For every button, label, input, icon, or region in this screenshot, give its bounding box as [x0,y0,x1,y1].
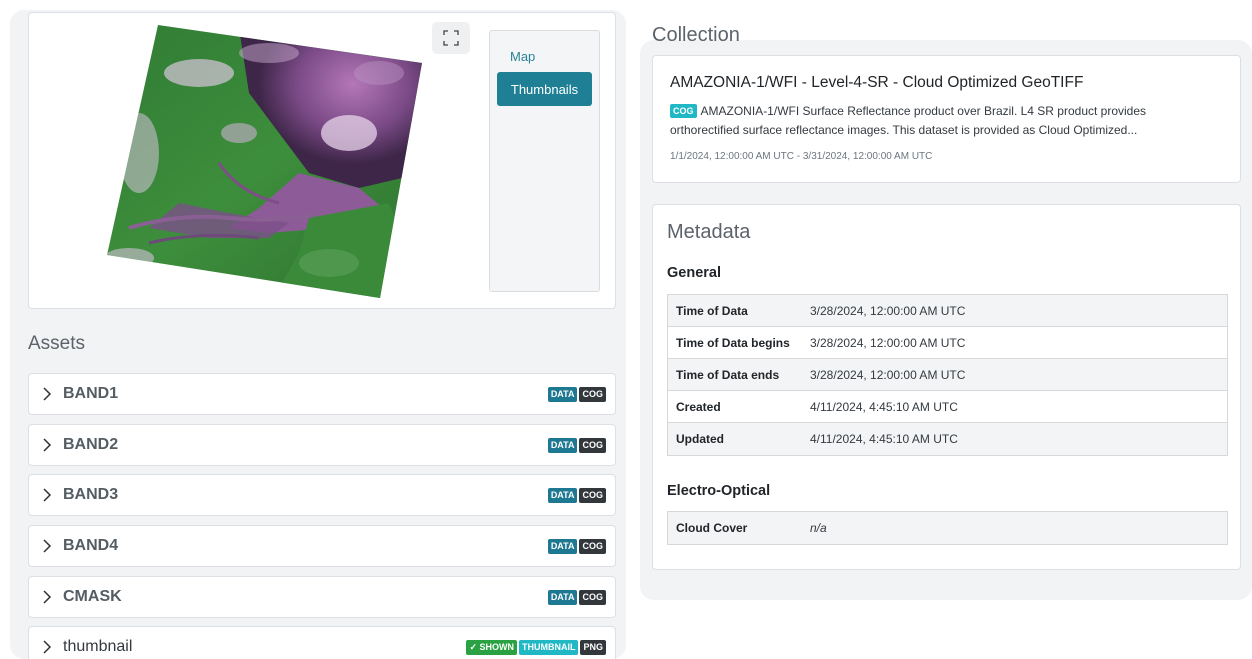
general-table: Time of Data 3/28/2024, 12:00:00 AM UTC … [667,294,1228,456]
thumbnail-badge: THUMBNAIL [518,640,579,655]
tab-map[interactable]: Map [497,39,592,73]
thumbnail-preview [29,13,489,309]
table-row: Cloud Cover n/a [668,512,1227,544]
row-value: 3/28/2024, 12:00:00 AM UTC [810,367,966,382]
tab-thumbnails[interactable]: Thumbnails [497,72,592,106]
chevron-right-icon [43,387,52,401]
cog-badge: COG [579,539,606,554]
collection-heading: Collection [652,24,740,46]
table-row: Time of Data ends 3/28/2024, 12:00:00 AM… [668,359,1227,391]
asset-badges: ✓ SHOWN THUMBNAIL PNG [466,640,606,655]
row-value: 3/28/2024, 12:00:00 AM UTC [810,303,966,318]
row-key: Updated [676,432,724,446]
asset-badges: DATA COG [547,387,606,402]
fullscreen-icon [443,30,459,46]
asset-item-band3[interactable]: BAND3 DATA COG [28,474,616,516]
row-value: n/a [810,521,827,535]
asset-name: BAND3 [63,486,119,503]
asset-name: thumbnail [63,638,133,655]
asset-badges: DATA COG [547,539,606,554]
assets-heading: Assets [28,333,86,354]
row-value: 4/11/2024, 4:45:10 AM UTC [810,432,958,446]
cog-badge: COG [579,590,606,605]
asset-item-band1[interactable]: BAND1 DATA COG [28,373,616,415]
preview-card: Map Thumbnails [28,12,616,309]
asset-name: BAND2 [63,436,119,453]
asset-item-band4[interactable]: BAND4 DATA COG [28,525,616,567]
row-key: Created [676,399,721,414]
asset-item-band2[interactable]: BAND2 DATA COG [28,424,616,466]
fullscreen-button[interactable] [432,22,470,54]
asset-item-thumbnail[interactable]: thumbnail ✓ SHOWN THUMBNAIL PNG [28,626,616,659]
asset-name: BAND1 [63,385,119,402]
asset-badges: DATA COG [547,590,606,605]
data-badge: DATA [547,387,578,402]
chevron-right-icon [43,488,52,502]
table-row: Updated 4/11/2024, 4:45:10 AM UTC [668,423,1227,455]
row-key: Time of Data ends [676,367,780,382]
chevron-right-icon [43,539,52,553]
table-row: Created 4/11/2024, 4:45:10 AM UTC [668,391,1227,423]
collection-description-text: AMAZONIA-1/WFI Surface Reflectance produ… [670,104,1147,137]
asset-name: BAND4 [63,537,119,554]
data-badge: DATA [547,590,578,605]
collection-name: AMAZONIA-1/WFI - Level-4-SR - Cloud Opti… [670,74,1084,91]
asset-name: CMASK [63,588,122,605]
electro-optical-table: Cloud Cover n/a [667,511,1228,545]
row-value: 4/11/2024, 4:45:10 AM UTC [810,399,958,414]
electro-optical-section-title: Electro-Optical [667,483,771,499]
chevron-right-icon [43,590,52,604]
chevron-right-icon [43,438,52,452]
cog-badge: COG [579,438,606,453]
general-section-title: General [667,265,721,281]
shown-badge: ✓ SHOWN [466,640,517,655]
data-badge: DATA [547,539,578,554]
row-value: 3/28/2024, 12:00:00 AM UTC [810,335,966,350]
collection-date-range: 1/1/2024, 12:00:00 AM UTC - 3/31/2024, 1… [670,151,933,162]
collection-card[interactable]: AMAZONIA-1/WFI - Level-4-SR - Cloud Opti… [652,55,1241,183]
collection-description: COG AMAZONIA-1/WFI Surface Reflectance pr… [670,102,1215,140]
view-tabs: Map Thumbnails [489,30,600,292]
metadata-heading: Metadata [667,221,751,243]
asset-badges: DATA COG [547,488,606,503]
metadata-card: Metadata General Time of Data 3/28/2024,… [652,204,1241,570]
cog-badge: COG [579,387,606,402]
data-badge: DATA [547,438,578,453]
row-key: Time of Data [676,303,748,318]
data-badge: DATA [547,488,578,503]
asset-badges: DATA COG [547,438,606,453]
table-row: Time of Data begins 3/28/2024, 12:00:00 … [668,327,1227,359]
cog-badge: COG [579,488,606,503]
row-key: Time of Data begins [676,335,790,350]
table-row: Time of Data 3/28/2024, 12:00:00 AM UTC [668,295,1227,327]
satellite-thumbnail-image [107,25,422,298]
chevron-right-icon [43,640,52,654]
png-badge: PNG [580,640,606,655]
row-key: Cloud Cover [676,521,748,535]
cog-badge: COG [670,104,697,118]
asset-item-cmask[interactable]: CMASK DATA COG [28,576,616,618]
